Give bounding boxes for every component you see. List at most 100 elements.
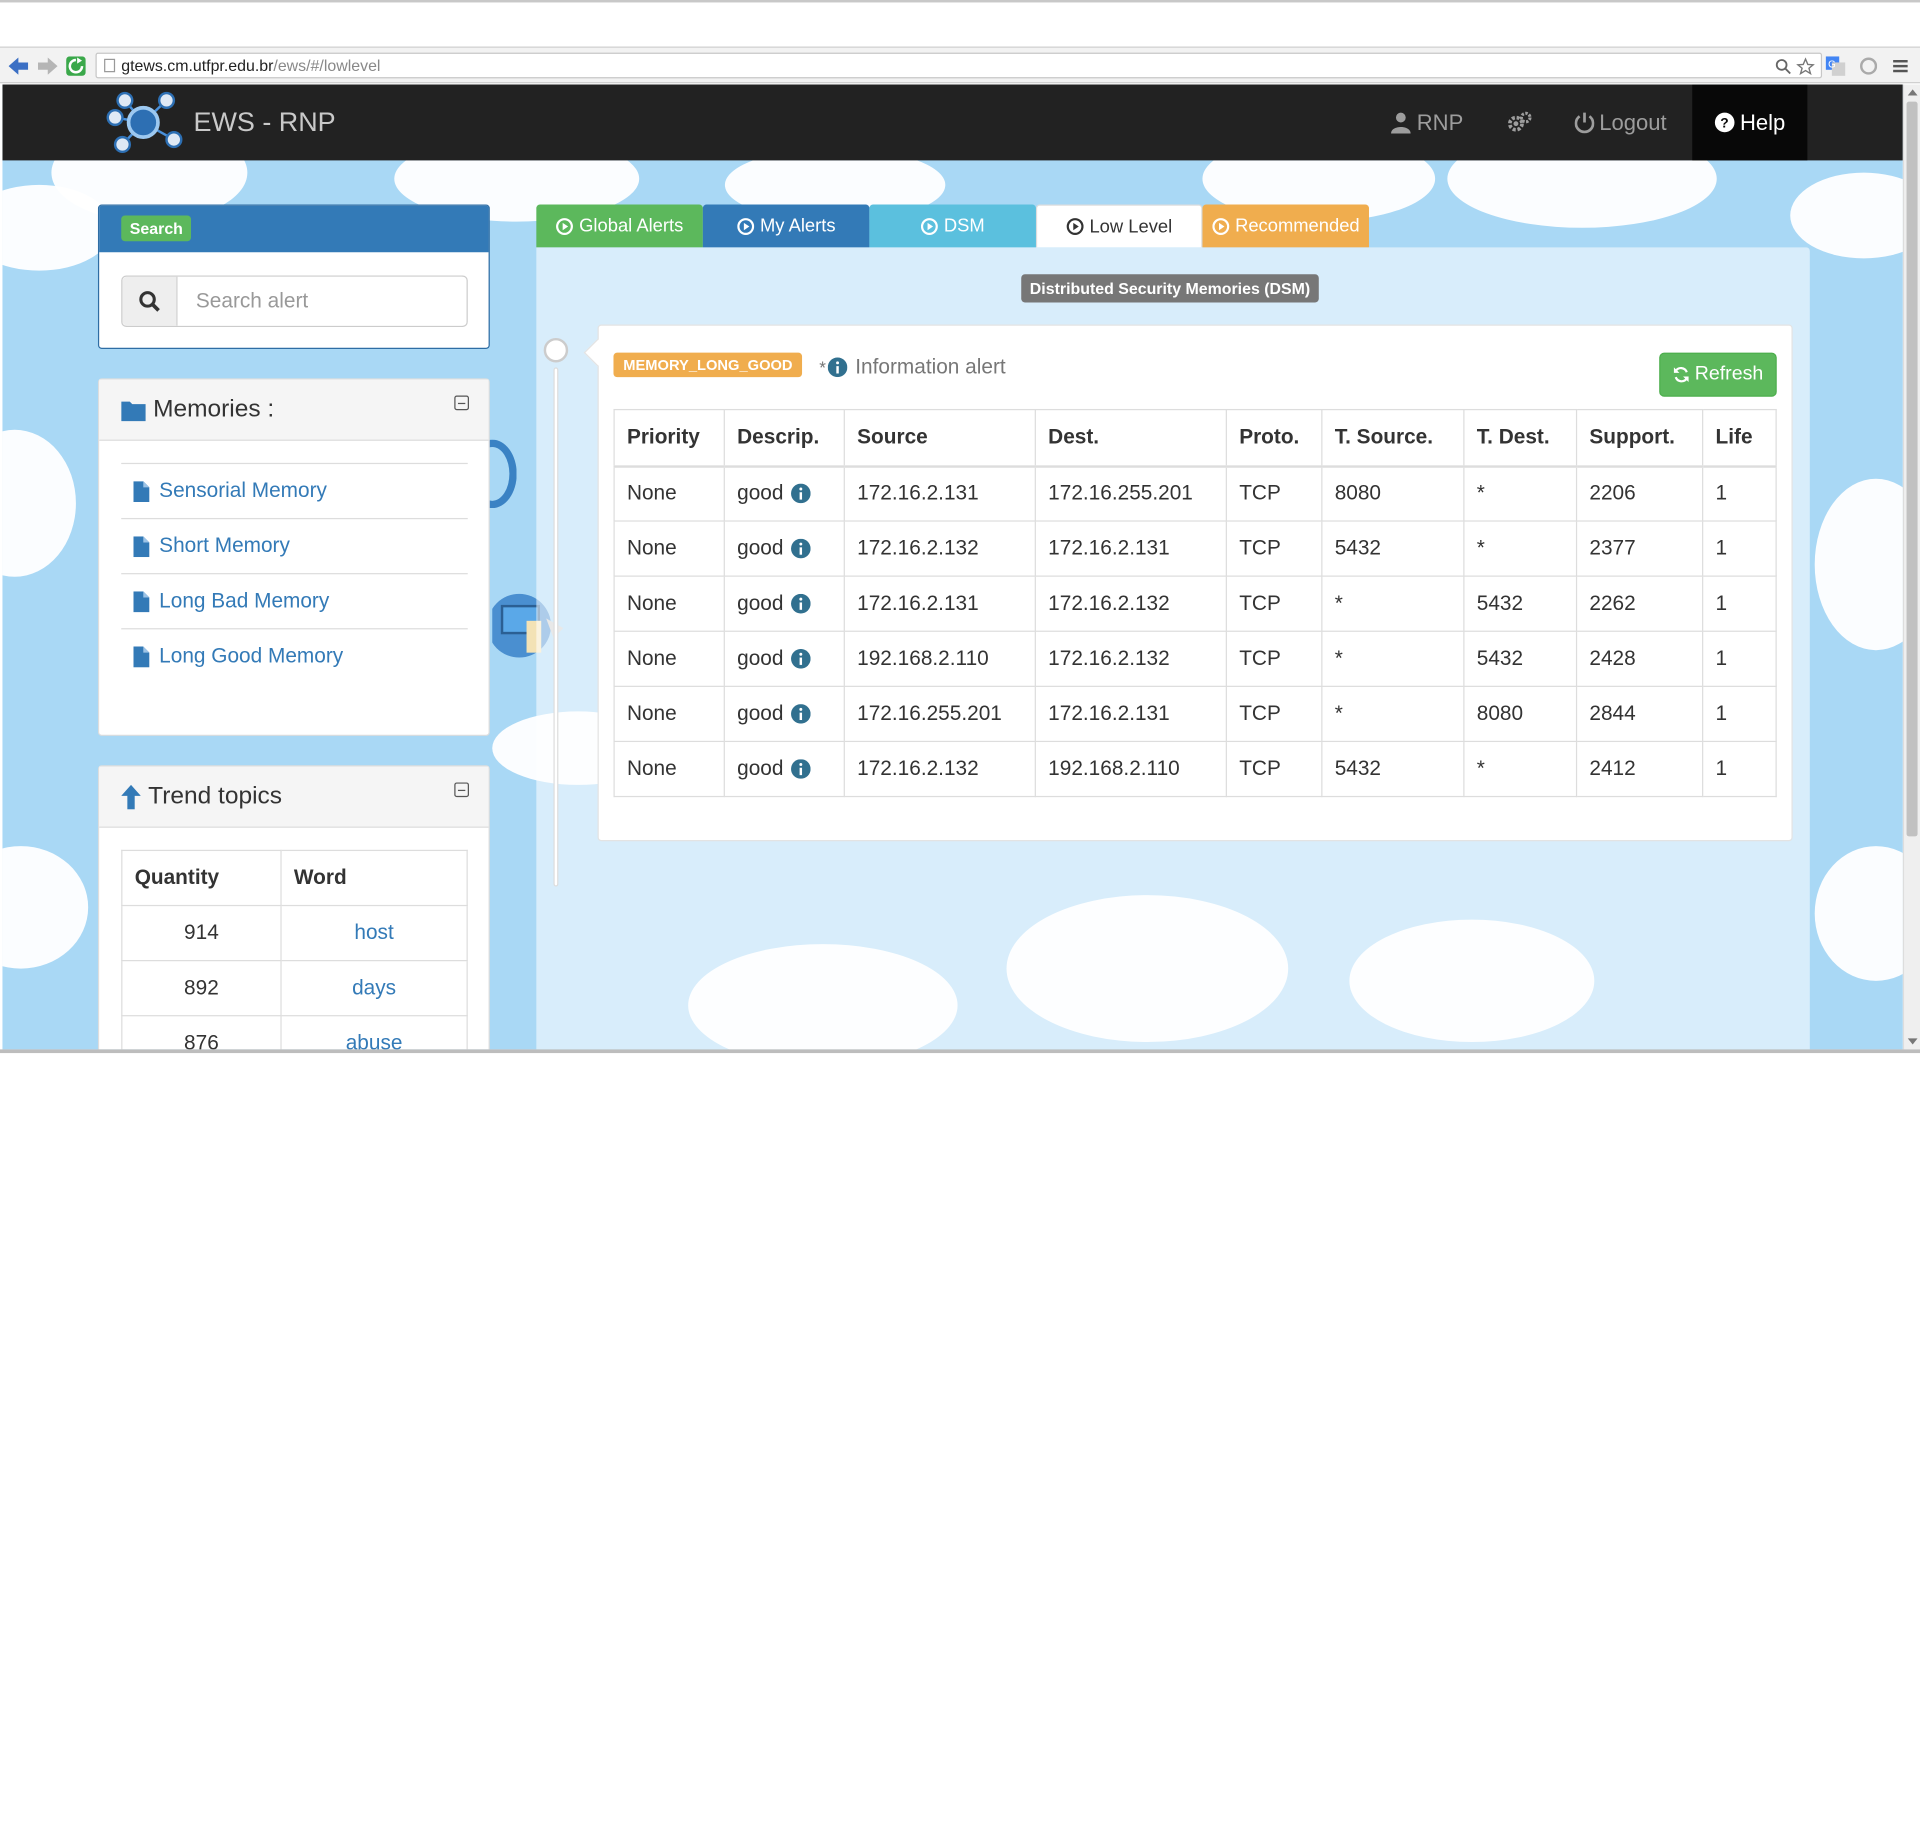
- column-header: Support.: [1575, 408, 1704, 468]
- column-header: Proto.: [1225, 408, 1323, 468]
- memory-item-short[interactable]: Short Memory: [121, 517, 468, 573]
- memory-item-label: Long Bad Memory: [159, 588, 330, 613]
- source-cell: 172.16.255.201: [843, 685, 1036, 743]
- back-icon[interactable]: [7, 55, 29, 77]
- user-icon: [1391, 112, 1411, 134]
- description-text: good: [737, 701, 784, 725]
- table-row: None good 172.16.2.132 192.168.2.110 TCP…: [613, 740, 1777, 798]
- info-circle-icon[interactable]: [790, 593, 811, 614]
- priority-cell: None: [613, 630, 725, 687]
- page-icon: [104, 58, 116, 73]
- description-text: good: [737, 646, 784, 670]
- priority-cell: None: [613, 685, 725, 743]
- support-cell: 2412: [1575, 740, 1704, 798]
- search-icon[interactable]: [122, 276, 178, 326]
- trend-topics-title: Trend topics: [148, 782, 283, 810]
- memories-header: Memories :: [99, 379, 489, 441]
- destination-cell: 172.16.255.201: [1034, 465, 1227, 522]
- zoom-icon[interactable]: [1773, 56, 1793, 76]
- tab-low-level[interactable]: Low Level: [1035, 204, 1203, 248]
- search-input[interactable]: [177, 276, 467, 326]
- column-header: Priority: [613, 408, 725, 468]
- nav-logout-label: Logout: [1599, 109, 1667, 135]
- trend-topics-table: Quantity Word 914 host 892 days 876 abus…: [121, 849, 468, 1050]
- refresh-label: Refresh: [1694, 363, 1764, 385]
- scroll-down-icon[interactable]: [1907, 1038, 1918, 1045]
- info-circle-icon: [828, 357, 848, 378]
- info-circle-icon[interactable]: [790, 538, 811, 559]
- alert-title: * Information alert: [819, 355, 1005, 379]
- svg-text:G: G: [1828, 59, 1836, 70]
- table-row: 876 abuse: [121, 1015, 468, 1050]
- window-bottom-border: [0, 1049, 1920, 1054]
- trend-topics-header: Trend topics: [99, 766, 489, 828]
- menu-icon[interactable]: [1891, 56, 1911, 76]
- card-arrow: [583, 338, 612, 367]
- star-icon[interactable]: [1795, 56, 1815, 76]
- trend-word-link[interactable]: host: [280, 904, 468, 962]
- tab-global-alerts[interactable]: Global Alerts: [536, 204, 703, 248]
- memory-item-sensorial[interactable]: Sensorial Memory: [121, 462, 468, 518]
- priority-cell: None: [613, 575, 725, 632]
- life-cell: 1: [1702, 685, 1777, 743]
- brand[interactable]: EWS - RNP: [98, 91, 336, 154]
- tab-dsm[interactable]: DSM: [869, 204, 1036, 248]
- scrollbar-thumb[interactable]: [1906, 101, 1918, 837]
- trend-quantity: 914: [121, 904, 282, 962]
- info-circle-icon[interactable]: [790, 704, 811, 724]
- support-cell: 2428: [1575, 630, 1704, 687]
- play-circle-icon: [1211, 217, 1229, 235]
- info-circle-icon[interactable]: [790, 759, 811, 779]
- nav-logout[interactable]: Logout: [1574, 84, 1667, 160]
- forward-icon[interactable]: [37, 55, 59, 77]
- info-circle-icon[interactable]: [790, 648, 811, 669]
- refresh-button[interactable]: Refresh: [1659, 352, 1777, 397]
- collapse-icon[interactable]: [454, 782, 469, 798]
- scroll-up-icon[interactable]: [1907, 89, 1918, 96]
- nav-help-label: Help: [1739, 109, 1786, 135]
- trend-quantity: 876: [121, 1015, 282, 1050]
- info-circle-icon[interactable]: [790, 483, 811, 504]
- extension-icon[interactable]: [1859, 56, 1879, 76]
- tab-label: DSM: [943, 215, 985, 237]
- star-mark: *: [819, 357, 826, 378]
- reload-icon[interactable]: [65, 55, 87, 77]
- column-header: Dest.: [1034, 408, 1227, 468]
- life-cell: 1: [1702, 740, 1777, 798]
- table-header-row: Priority Descrip. Source Dest. Proto. T.…: [613, 408, 1777, 468]
- page-scrollbar[interactable]: [1902, 84, 1920, 1050]
- nav-help[interactable]: ? Help: [1692, 84, 1808, 161]
- nav-settings[interactable]: [1507, 84, 1536, 160]
- description-cell: good: [723, 685, 845, 743]
- table-row: None good 172.16.2.132 172.16.2.131 TCP …: [613, 520, 1777, 577]
- description-cell: good: [723, 575, 845, 632]
- nav-user[interactable]: RNP: [1390, 84, 1463, 160]
- collapse-icon[interactable]: [454, 395, 469, 411]
- tab-recommended[interactable]: Recommended: [1202, 204, 1369, 248]
- trend-word-link[interactable]: abuse: [280, 1015, 468, 1050]
- protocol-cell: TCP: [1225, 465, 1323, 522]
- tab-label: Global Alerts: [579, 215, 684, 237]
- memory-item-long-good[interactable]: Long Good Memory: [121, 628, 468, 683]
- dest-port-cell: 8080: [1463, 685, 1578, 743]
- column-header: T. Source.: [1321, 408, 1465, 468]
- refresh-icon: [1673, 367, 1689, 383]
- table-header-row: Quantity Word: [121, 849, 468, 907]
- memory-item-long-bad[interactable]: Long Bad Memory: [121, 573, 468, 628]
- tab-my-alerts[interactable]: My Alerts: [702, 204, 870, 248]
- source-port-cell: *: [1321, 685, 1465, 743]
- url-field[interactable]: gtews.cm.utfpr.edu.br/ews/#/lowlevel: [95, 52, 1823, 79]
- source-cell: 172.16.2.132: [843, 520, 1036, 577]
- support-cell: 2206: [1575, 465, 1704, 522]
- trend-word-link[interactable]: days: [280, 960, 468, 1017]
- table-row: None good 172.16.2.131 172.16.2.132 TCP …: [613, 575, 1777, 632]
- tab-label: My Alerts: [759, 215, 836, 237]
- file-icon: [133, 535, 150, 557]
- source-cell: 192.168.2.110: [843, 630, 1036, 687]
- description-cell: good: [723, 520, 845, 577]
- timeline-dot: [543, 337, 569, 363]
- play-circle-icon: [736, 217, 754, 235]
- protocol-cell: TCP: [1225, 575, 1323, 632]
- timeline-line: [553, 367, 559, 887]
- translate-icon[interactable]: G: [1825, 56, 1846, 76]
